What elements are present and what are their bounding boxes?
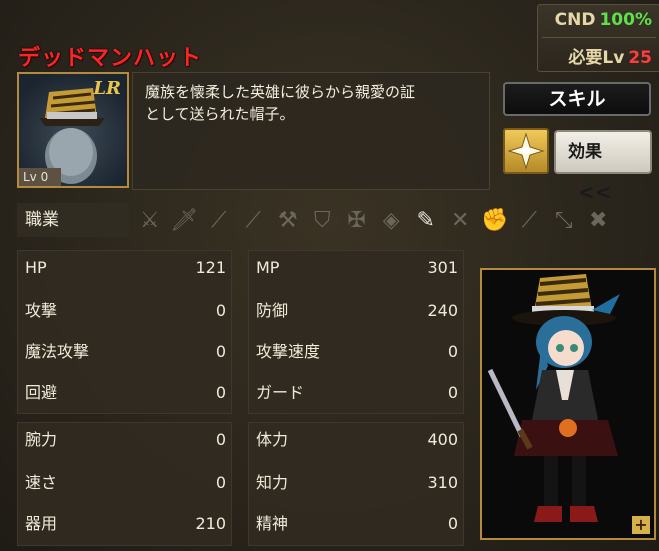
shield-icon: ⛉ [313, 208, 331, 233]
stat-value: 400 [427, 430, 458, 449]
effect-button[interactable]: 効果 << [554, 130, 652, 204]
stat-label: 精神 [256, 514, 289, 533]
stat-label: ガード [256, 383, 305, 402]
stat-value: 0 [215, 301, 226, 320]
required-level-label: 必要Lv [568, 48, 625, 68]
katana-icon: ◈ [382, 208, 400, 233]
stat-row: 器用 210 [17, 507, 232, 541]
rod-icon: ✎ [416, 208, 435, 233]
cnd-value: 100% [599, 10, 652, 30]
stat-label: 知力 [256, 473, 289, 492]
stat-value: 0 [215, 473, 226, 492]
stat-value: 0 [447, 342, 458, 361]
skill-button[interactable]: スキル [503, 82, 651, 116]
stat-value: 121 [195, 258, 226, 277]
stat-label: 攻撃 [25, 301, 58, 320]
required-level-value: 25 [628, 48, 652, 68]
effect-label: 効果 [568, 142, 602, 162]
stat-label: 器用 [25, 514, 58, 533]
stat-row: 回避 0 [17, 376, 232, 410]
stat-row: 防御 240 [248, 294, 464, 328]
stat-value: 0 [447, 383, 458, 402]
spear-icon: ⟋ [211, 208, 227, 233]
stat-row: 知力 310 [248, 466, 464, 500]
stat-value: 310 [427, 473, 458, 492]
item-name: デッドマンハット [18, 46, 203, 71]
stat-label: HP [25, 258, 47, 277]
plus-icon[interactable]: + [632, 516, 650, 534]
divider [542, 37, 656, 38]
stat-label: 速さ [25, 473, 58, 492]
stat-value: 0 [215, 383, 226, 402]
hammer-icon: ⟋ [521, 208, 537, 233]
stat-value: 0 [215, 342, 226, 361]
stat-row: 腕力 0 [17, 423, 232, 457]
rarity-badge: LR [93, 78, 121, 99]
bow-icon: ✠ [347, 208, 366, 233]
stat-label: 体力 [256, 430, 289, 449]
stat-label: 防御 [256, 301, 289, 320]
stat-row: 攻撃 0 [17, 294, 232, 328]
character-preview[interactable]: + [480, 268, 656, 540]
stat-row: MP 301 [248, 251, 464, 285]
stat-label: 魔法攻撃 [25, 342, 90, 361]
stat-value: 210 [195, 514, 226, 533]
description-line-1: 魔族を懐柔した英雄に彼らから親愛の証 [145, 83, 416, 101]
stat-row: 攻撃速度 0 [248, 335, 464, 369]
stat-label: 回避 [25, 383, 58, 402]
staff-icon: ⟋ [245, 208, 261, 233]
gun-icon: ✕ [451, 208, 470, 233]
whip-icon: ⤡ [554, 208, 573, 233]
item-level: Lv 0 [19, 168, 61, 186]
sparkle-icon [507, 132, 545, 170]
required-level-row: 必要Lv 25 [568, 43, 652, 68]
stat-value: 240 [427, 301, 458, 320]
item-portrait: LR Lv 0 [17, 72, 129, 188]
stat-label: 腕力 [25, 430, 58, 449]
chevron-left-icon: << [578, 180, 612, 204]
item-description: 魔族を懐柔した英雄に彼らから親愛の証 として送られた帽子。 [132, 72, 490, 190]
cnd-label: CND [554, 10, 596, 30]
stat-label: MP [256, 258, 280, 277]
stat-row: ガード 0 [248, 376, 464, 410]
description-line-2: として送られた帽子。 [145, 105, 295, 123]
job-label: 職業 [17, 203, 129, 237]
sword-icon: ⚔ [139, 208, 160, 233]
stat-label: 攻撃速度 [256, 342, 321, 361]
dagger-icon: 🗡 [170, 208, 199, 233]
sparkle-button[interactable] [503, 128, 549, 174]
cnd-row: CND 100% [555, 10, 652, 30]
stat-row: 速さ 0 [17, 466, 232, 500]
weapon-type-icons: ⚔ 🗡 ⟋ ⟋ ⚒ ⛉ ✠ ◈ ✎ ✕ ✊ ⟋ ⤡ ✖ [134, 204, 614, 238]
condition-panel: CND 100% 必要Lv 25 [537, 4, 659, 72]
stat-row: HP 121 [17, 251, 232, 285]
stat-row: 魔法攻撃 0 [17, 335, 232, 369]
claw-icon: ✖ [589, 208, 608, 233]
stat-value: 301 [427, 258, 458, 277]
character-illustration [487, 274, 620, 522]
axe-icon: ⚒ [277, 208, 298, 233]
fist-icon: ✊ [481, 208, 509, 233]
stat-row: 体力 400 [248, 423, 464, 457]
stat-value: 0 [447, 514, 458, 533]
stat-row: 精神 0 [248, 507, 464, 541]
stat-value: 0 [215, 430, 226, 449]
